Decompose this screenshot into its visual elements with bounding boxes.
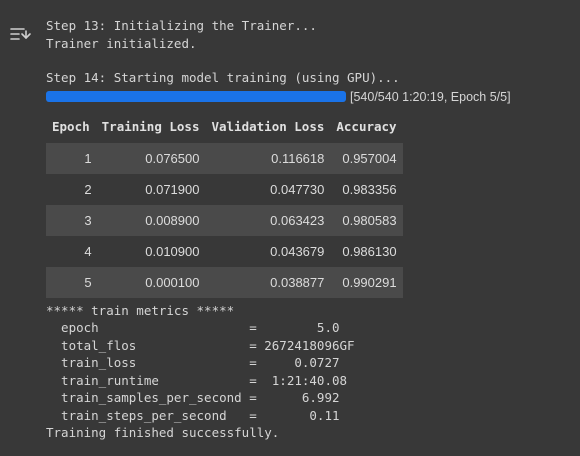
cell-validation-loss: 0.043679 xyxy=(270,243,325,259)
metric-epoch: epoch = 5.0 xyxy=(46,320,340,335)
cell-accuracy: 0.983356 xyxy=(342,181,397,197)
cell-epoch: 2 xyxy=(84,181,92,197)
cell-output: Step 13: Initializing the Trainer... Tra… xyxy=(46,17,572,442)
cell-validation-loss: 0.047730 xyxy=(270,181,325,197)
cell-validation-loss: 0.116618 xyxy=(271,150,325,166)
metrics-header: ***** train metrics ***** xyxy=(46,302,235,318)
cell-accuracy: 0.986130 xyxy=(342,243,397,259)
table-row: 5 0.000100 0.038877 0.990291 xyxy=(46,266,403,298)
table-row: 3 0.008900 0.063423 0.980583 xyxy=(46,204,403,236)
cell-validation-loss: 0.063423 xyxy=(270,212,325,228)
train-metrics: ***** train metrics ***** epoch = 5.0 to… xyxy=(46,302,572,425)
header-epoch: Epoch xyxy=(52,119,90,134)
table-row: 1 0.076500 0.116618 0.957004 xyxy=(46,142,403,174)
metric-train-loss: train_loss = 0.0727 xyxy=(46,355,340,370)
progress-status-text: [540/540 1:20:19, Epoch 5/5] xyxy=(350,89,511,104)
table-row: 2 0.071900 0.047730 0.983356 xyxy=(46,173,403,205)
log-trainer-initialized: Trainer initialized. xyxy=(46,35,197,51)
training-results-table: Epoch Training Loss Validation Loss Accu… xyxy=(46,111,403,298)
cell-training-loss: 0.000100 xyxy=(145,274,200,290)
progress-bar xyxy=(46,91,346,102)
header-validation-loss: Validation Loss xyxy=(211,119,325,134)
cell-epoch: 3 xyxy=(84,212,92,228)
log-step14: Step 14: Starting model training (using … xyxy=(46,70,400,85)
cell-epoch: 1 xyxy=(84,150,92,166)
training-progress: [540/540 1:20:19, Epoch 5/5] xyxy=(46,87,572,107)
table-header-row: Epoch Training Loss Validation Loss Accu… xyxy=(46,111,403,143)
cell-epoch: 4 xyxy=(84,243,92,259)
cell-epoch: 5 xyxy=(84,274,92,290)
header-accuracy: Accuracy xyxy=(336,119,397,134)
header-training-loss: Training Loss xyxy=(101,119,200,134)
metric-train-steps-per-second: train_steps_per_second = 0.11 xyxy=(46,407,340,423)
cell-training-loss: 0.008900 xyxy=(145,212,200,228)
cell-training-loss: 0.071900 xyxy=(145,181,200,197)
metric-train-samples-per-second: train_samples_per_second = 6.992 xyxy=(46,390,340,405)
training-finished-message: Training finished successfully. xyxy=(46,425,280,440)
metric-total-flos: total_flos = 2672418096GF xyxy=(46,337,355,353)
cell-accuracy: 0.980583 xyxy=(342,212,397,228)
cell-training-loss: 0.076500 xyxy=(145,150,200,166)
metric-train-runtime: train_runtime = 1:21:40.08 xyxy=(46,372,348,388)
cell-training-loss: 0.010900 xyxy=(145,243,200,259)
cell-validation-loss: 0.038877 xyxy=(270,274,325,290)
log-step13: Step 13: Initializing the Trainer... xyxy=(46,18,317,33)
cell-accuracy: 0.957004 xyxy=(342,150,397,166)
output-actions-icon[interactable] xyxy=(9,24,33,44)
progress-bar-fill xyxy=(46,91,346,102)
cell-accuracy: 0.990291 xyxy=(342,274,397,290)
table-row: 4 0.010900 0.043679 0.986130 xyxy=(46,235,403,267)
